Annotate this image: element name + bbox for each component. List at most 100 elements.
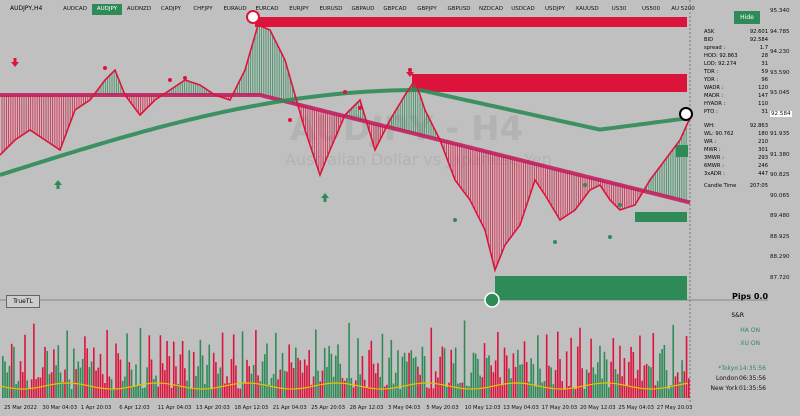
volume-bar [594,374,597,398]
session-time: 14:35:56 [739,365,766,372]
info-value: 31 [761,61,768,67]
volume-bar [361,356,364,398]
volume-bar [432,388,435,398]
volume-bar [108,376,111,398]
volume-bar [166,340,168,398]
volume-bar [39,377,42,398]
symbol-tab-au5200[interactable]: AU 5200 [668,4,698,15]
volume-bar [616,374,619,398]
time-tick: 20 May 12:03 [580,405,616,411]
symbol-tab-chfjpy[interactable]: CHFJPY [188,4,218,15]
volume-bar [130,369,133,398]
volume-bar [295,347,297,398]
symbol-tab-gbpaud[interactable]: GBPAUD [348,4,378,15]
info-key: 3xADR : [704,171,725,177]
volume-bar [290,362,293,398]
volume-bar [184,368,186,398]
volume-bar [81,358,84,398]
volume-bar [541,382,544,398]
volume-bar [59,372,62,398]
info-key: MADR : [704,93,724,99]
volume-bar [470,372,473,398]
pips-readout: Pips 0.0 [732,292,769,301]
volume-bar [53,349,55,398]
info-value: 210 [758,139,768,145]
time-tick: 3 May 04:03 [388,405,421,411]
volume-bar [636,369,639,398]
price-chart[interactable]: AUDJPY - H4Australian Dollar vs Japanese… [0,0,800,416]
symbol-tab-audjpy[interactable]: AUDJPY [92,4,122,15]
volume-bar [619,345,621,398]
truetl-button[interactable]: TrueTL [6,295,40,308]
volume-bar [113,389,115,398]
volume-bar [434,371,437,398]
info-value: 120 [758,85,768,91]
volume-bar [159,335,162,398]
symbol-tab-gbpcad[interactable]: GBPCAD [380,4,410,15]
xu-toggle[interactable]: XU ON [740,340,760,347]
volume-bar [565,351,568,398]
volume-bar [461,382,464,398]
volume-bar [501,385,504,398]
volume-bar [255,330,257,398]
symbol-tab-audcad[interactable]: AUDCAD [60,4,90,15]
symbol-tab-eurusd[interactable]: EURUSD [316,4,346,15]
volume-bar [632,351,635,398]
volume-bar [17,381,20,398]
symbol-tab-usdjpy[interactable]: USDJPY [540,4,570,15]
symbol-tab-gbpjpy[interactable]: GBPJPY [412,4,442,15]
volume-bar [554,369,557,398]
volume-bar [534,386,537,398]
volume-bar [630,346,632,398]
session-name: *Tokyo [718,365,738,372]
volume-bar [417,366,419,398]
ha-toggle[interactable]: HA ON [740,327,760,334]
signal-dot [103,66,107,70]
symbol-tab-xauusd[interactable]: XAUUSD [572,4,602,15]
current-marker-icon [679,107,693,121]
volume-bar [421,346,424,398]
volume-bar [246,359,248,398]
time-tick: 21 Apr 04:03 [272,405,307,411]
volume-bar [157,386,159,398]
volume-bar [272,373,275,398]
volume-bar [477,358,479,398]
symbol-tab-euraud[interactable]: EURAUD [220,4,250,15]
volume-bar [319,381,322,398]
volume-bar [277,379,279,398]
volume-bar [650,367,652,398]
volume-bar [19,361,22,398]
symbol-tab-eurjpy[interactable]: EURJPY [284,4,314,15]
volume-bar [15,383,17,398]
volume-bar [301,372,304,398]
symbol-tab-cadjpy[interactable]: CADJPY [156,4,186,15]
symbol-tab-usdcad[interactable]: USDCAD [508,4,538,15]
volume-bar [443,348,446,398]
volume-bar [144,387,146,398]
info-key: HYADR : [704,101,726,107]
price-tick: 90.825 [770,172,790,178]
volume-bar [450,349,453,398]
symbol-tab-us500[interactable]: US500 [636,4,666,15]
volume-bar [315,329,317,398]
symbol-tab-us30[interactable]: US30 [604,4,634,15]
volume-bar [64,369,66,398]
symbol-tab-nzdcad[interactable]: NZDCAD [476,4,506,15]
volume-bar [503,347,506,398]
volume-bar [623,357,626,398]
volume-bar [4,361,6,398]
volume-bar [568,386,570,398]
symbol-tab-audnzd[interactable]: AUDNZD [124,4,154,15]
volume-bar [685,336,688,398]
symbol-tab-gbpusd[interactable]: GBPUSD [444,4,474,15]
volume-bar [621,376,623,398]
info-row: MWR : 301 [704,146,768,154]
volume-bar [643,365,646,398]
volume-bar [668,388,670,398]
symbol-tab-eurcad[interactable]: EURCAD [252,4,282,15]
volume-bar [372,363,375,398]
volume-bar [410,350,413,398]
volume-bar [596,362,599,398]
volume-bar [645,364,648,398]
info-value: 92.863 [749,123,768,129]
